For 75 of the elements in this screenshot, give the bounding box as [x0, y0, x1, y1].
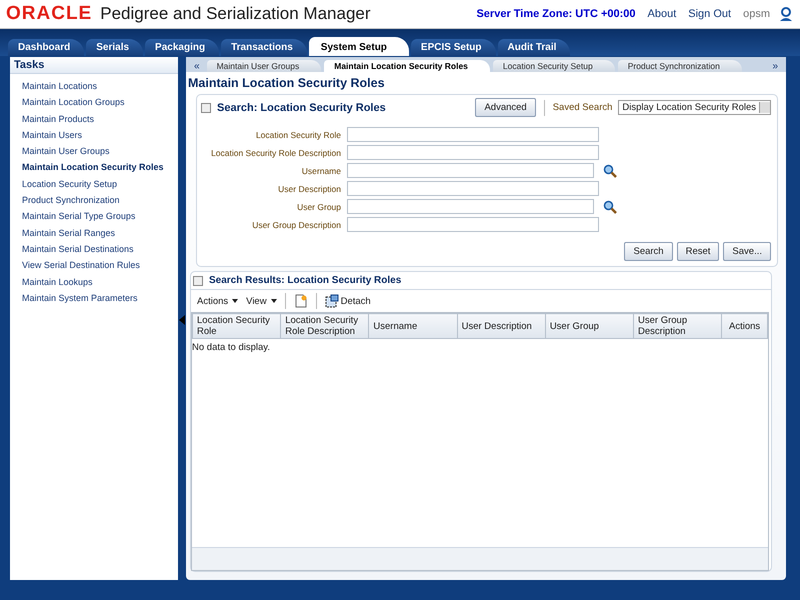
sub-tab[interactable]: Maintain Location Security Roles — [324, 60, 490, 72]
sub-tab[interactable]: Product Synchronization — [618, 60, 742, 72]
sidebar-item[interactable]: View Serial Destination Rules — [22, 257, 178, 274]
column-header[interactable]: Location Security Role Description — [280, 314, 369, 338]
menu-button[interactable]: Actions — [197, 296, 228, 306]
sidebar-item[interactable]: Maintain Serial Ranges — [22, 224, 178, 241]
input-field[interactable] — [347, 181, 599, 196]
main-tab[interactable]: Dashboard — [8, 39, 84, 56]
sidebar-item[interactable]: Maintain System Parameters — [22, 290, 178, 306]
header-link[interactable]: Sign Out — [688, 8, 732, 20]
action-button[interactable]: Search — [624, 242, 673, 261]
user-name: opsm — [743, 8, 770, 20]
main-tab[interactable]: System Setup — [308, 37, 409, 56]
sidebar-item[interactable]: Maintain User Groups — [22, 143, 178, 160]
column-header[interactable]: Actions — [722, 314, 768, 338]
caret-icon[interactable] — [232, 299, 238, 303]
advanced-button[interactable]: Advanced — [475, 98, 536, 117]
field-label: User Group — [296, 202, 341, 212]
scroll-right-button[interactable]: » — [768, 61, 782, 72]
sidebar-item[interactable]: Location Security Setup — [22, 176, 178, 192]
sidebar-item[interactable]: Maintain Serial Type Groups — [22, 208, 178, 225]
saved-search-label: Saved Search — [552, 102, 612, 113]
empty-message: No data to display. — [192, 341, 271, 355]
input-field[interactable] — [347, 163, 594, 178]
action-button[interactable]: Save... — [723, 242, 771, 261]
new-document-icon[interactable] — [294, 294, 308, 308]
main-tab[interactable]: Serials — [86, 39, 144, 56]
input-field[interactable] — [347, 217, 599, 232]
action-button[interactable]: Reset — [676, 242, 720, 261]
sidebar-item[interactable]: Maintain Location Groups — [22, 94, 178, 111]
column-header[interactable]: User Group Description — [634, 314, 722, 338]
main-tab[interactable]: Packaging — [145, 39, 220, 56]
detach-button[interactable]: Detach — [340, 296, 371, 306]
input-field[interactable] — [347, 145, 599, 160]
sidebar-title: Tasks — [10, 57, 178, 74]
menu-button[interactable]: View — [246, 296, 267, 306]
scroll-left-button[interactable]: « — [190, 61, 204, 72]
header-link[interactable]: About — [648, 8, 676, 20]
disclosure-icon[interactable] — [201, 102, 211, 112]
sidebar-item[interactable]: Maintain Locations — [22, 78, 178, 94]
field-label: Username — [300, 166, 341, 176]
sub-tab[interactable]: Maintain User Groups — [206, 60, 322, 72]
saved-search-dropdown[interactable]: Display Location Security Roles — [618, 100, 771, 115]
search-icon[interactable] — [603, 200, 617, 214]
sidebar-item[interactable]: Maintain Users — [22, 126, 178, 144]
sidebar-item[interactable]: Maintain Products — [22, 110, 178, 127]
main-tab[interactable]: Transactions — [221, 39, 307, 56]
column-header[interactable]: Location Security Role — [192, 314, 281, 338]
field-label: User Group Description — [251, 220, 341, 230]
page-title: Maintain Location Security Roles — [188, 76, 386, 90]
section-title: Search Results: Location Security Roles — [209, 275, 402, 286]
sidebar-item[interactable]: Maintain Serial Destinations — [22, 240, 178, 258]
column-header[interactable]: User Description — [457, 314, 546, 338]
column-header[interactable]: Username — [368, 314, 458, 338]
user-icon[interactable] — [778, 6, 794, 22]
sidebar-item[interactable]: Product Synchronization — [22, 192, 178, 208]
field-label: Location Security Role — [254, 130, 341, 140]
main-tab[interactable]: EPCIS Setup — [410, 39, 496, 56]
disclosure-icon[interactable] — [193, 276, 203, 286]
sidebar-item[interactable]: Maintain Lookups — [22, 274, 178, 290]
detach-icon[interactable] — [324, 294, 339, 308]
sidebar-item[interactable]: Maintain Location Security Roles — [22, 159, 178, 176]
oracle-logo: ORACLE — [6, 3, 92, 25]
field-label: Location Security Role Description — [210, 148, 341, 158]
app-title: Pedigree and Serialization Manager — [100, 4, 371, 24]
server-time: Server Time Zone: UTC +00:00 — [476, 8, 636, 20]
main-tab[interactable]: Audit Trail — [498, 39, 570, 56]
field-label: User Description — [277, 184, 341, 194]
caret-icon[interactable] — [270, 299, 277, 303]
search-icon[interactable] — [603, 164, 617, 178]
input-field[interactable] — [347, 199, 594, 214]
input-field[interactable] — [347, 127, 599, 142]
column-header[interactable]: User Group — [545, 314, 634, 338]
sub-tab[interactable]: Location Security Setup — [492, 60, 615, 72]
section-title: Search: Location Security Roles — [217, 102, 386, 114]
